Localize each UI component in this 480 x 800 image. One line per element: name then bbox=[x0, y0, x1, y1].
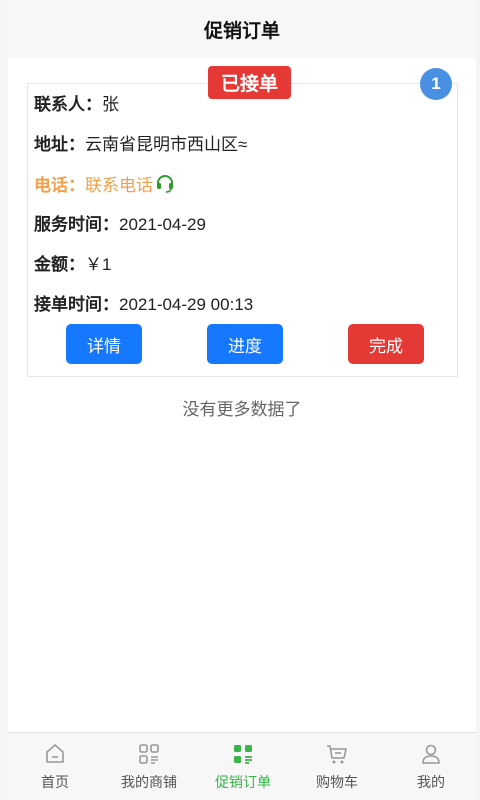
orders-icon bbox=[234, 745, 252, 764]
bottom-tab-bar: 首页 我的商铺 促销订单 购物车 我的 bbox=[8, 732, 476, 800]
page-title: 促销订单 bbox=[203, 20, 280, 42]
shop-icon bbox=[139, 744, 159, 764]
accept-time-label: 接单时间： bbox=[34, 295, 119, 314]
tab-my-shop-label: 我的商铺 bbox=[121, 774, 177, 790]
address-label: 地址： bbox=[34, 135, 85, 154]
status-badge: 已接单 bbox=[208, 66, 291, 99]
amount-value: ￥1 bbox=[85, 255, 112, 274]
amount-row: 金额：￥1 bbox=[34, 253, 111, 277]
phone-link[interactable]: 联系电话 bbox=[85, 176, 153, 195]
user-icon bbox=[422, 744, 440, 764]
phone-label: 电话： bbox=[34, 175, 85, 195]
contact-row: 联系人：张 bbox=[34, 93, 119, 117]
contact-value: 张 bbox=[102, 95, 119, 114]
tab-home[interactable]: 首页 bbox=[8, 733, 102, 800]
complete-button[interactable]: 完成 bbox=[348, 324, 424, 364]
address-value: 云南省昆明市西山区≈ bbox=[85, 135, 248, 154]
app-frame: 促销订单 已接单 1 联系人：张 地址：云南省昆明市西山区≈ 电话：联系电话 服… bbox=[8, 0, 476, 800]
headset-icon[interactable] bbox=[155, 173, 175, 200]
top-bar: 促销订单 bbox=[8, 0, 476, 58]
tab-mine-label: 我的 bbox=[417, 774, 445, 790]
service-time-value: 2021-04-29 bbox=[119, 215, 206, 234]
accept-time-value: 2021-04-29 00:13 bbox=[119, 295, 254, 314]
amount-label: 金额： bbox=[34, 255, 85, 274]
service-time-label: 服务时间： bbox=[34, 215, 119, 234]
tab-cart[interactable]: 购物车 bbox=[290, 733, 384, 800]
progress-button[interactable]: 进度 bbox=[207, 324, 283, 364]
address-row: 地址：云南省昆明市西山区≈ bbox=[34, 133, 247, 157]
cart-icon bbox=[327, 745, 347, 764]
order-index-badge: 1 bbox=[420, 68, 452, 100]
home-icon bbox=[46, 744, 64, 763]
tab-mine[interactable]: 我的 bbox=[384, 733, 478, 800]
tab-promo-orders-label: 促销订单 bbox=[215, 774, 271, 790]
service-time-row: 服务时间：2021-04-29 bbox=[34, 213, 206, 237]
contact-label: 联系人： bbox=[34, 95, 102, 114]
tab-cart-label: 购物车 bbox=[316, 774, 358, 790]
tab-home-label: 首页 bbox=[41, 774, 69, 790]
no-more-data-text: 没有更多数据了 bbox=[182, 400, 302, 419]
accept-time-row: 接单时间：2021-04-29 00:13 bbox=[34, 293, 253, 317]
tab-promo-orders[interactable]: 促销订单 bbox=[196, 733, 290, 800]
phone-row[interactable]: 电话：联系电话 bbox=[34, 173, 175, 197]
detail-button[interactable]: 详情 bbox=[66, 324, 142, 364]
tab-my-shop[interactable]: 我的商铺 bbox=[102, 733, 196, 800]
